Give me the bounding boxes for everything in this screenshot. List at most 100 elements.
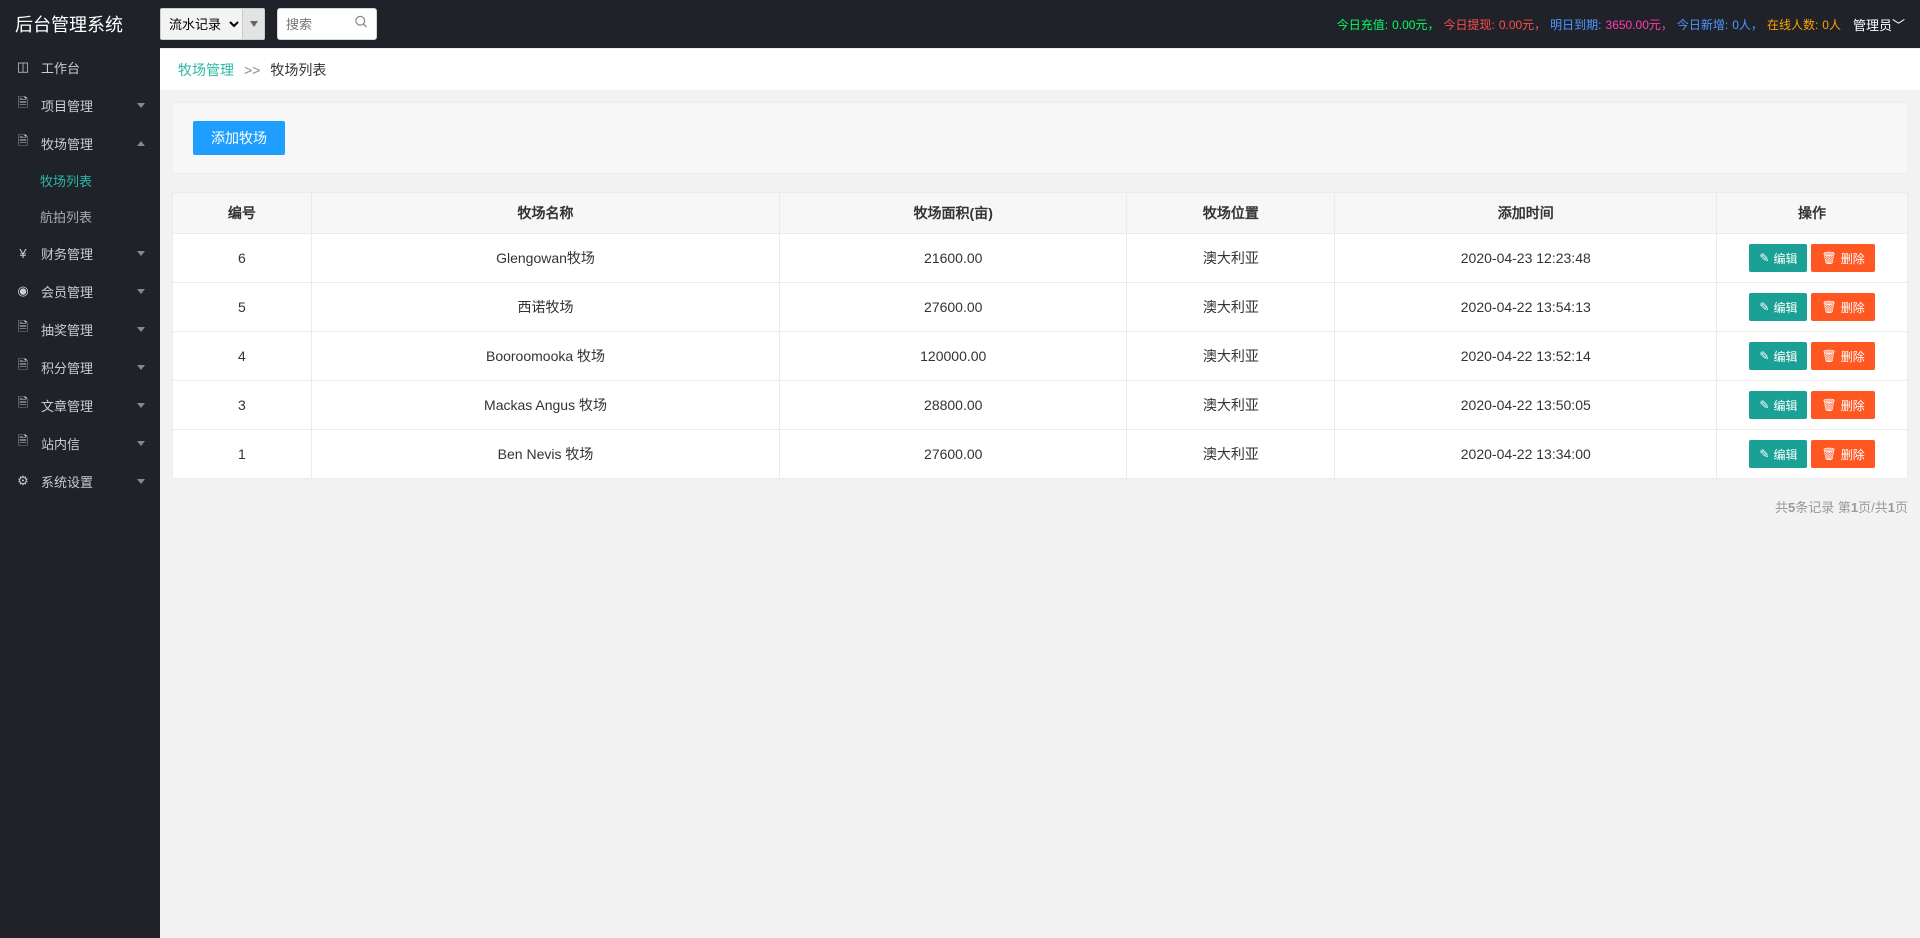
breadcrumb: 牧场管理 >> 牧场列表 xyxy=(160,48,1920,90)
sidebar-item-label: 系统设置 xyxy=(41,472,93,491)
sidebar-item-label: 工作台 xyxy=(41,58,80,77)
sidebar-item-workbench[interactable]: ◫ 工作台 xyxy=(0,48,160,86)
cell-time: 2020-04-22 13:34:00 xyxy=(1335,430,1717,479)
select-dropdown-button[interactable] xyxy=(243,8,265,40)
stat-withdraw-value: 0.00元， xyxy=(1499,16,1546,33)
cell-name: Mackas Angus 牧场 xyxy=(311,381,779,430)
cell-time: 2020-04-23 12:23:48 xyxy=(1335,234,1717,283)
sidebar-item-label: 项目管理 xyxy=(41,96,93,115)
sidebar-item-settings[interactable]: ⚙ 系统设置 xyxy=(0,462,160,500)
edit-button[interactable]: ✎编辑 xyxy=(1749,244,1807,272)
ranch-table: 编号 牧场名称 牧场面积(亩) 牧场位置 添加时间 操作 6Glengowan牧… xyxy=(172,192,1908,479)
stat-recharge-label: 今日充值: xyxy=(1337,16,1388,33)
clipboard-icon: 🗎 xyxy=(15,435,31,451)
cell-ops: ✎编辑🗑删除 xyxy=(1717,234,1908,283)
header-select[interactable]: 流水记录 xyxy=(160,8,265,40)
pager-total-pages: 1 xyxy=(1888,500,1895,515)
cell-ops: ✎编辑🗑删除 xyxy=(1717,430,1908,479)
cell-area: 27600.00 xyxy=(780,430,1127,479)
cell-ops: ✎编辑🗑删除 xyxy=(1717,381,1908,430)
sidebar: ◫ 工作台 🗎 项目管理 🗎 牧场管理 牧场列表 航拍列表 ¥ 财务管理 ◉ 会… xyxy=(0,48,160,938)
add-ranch-button[interactable]: 添加牧场 xyxy=(193,121,285,155)
delete-button[interactable]: 🗑删除 xyxy=(1811,440,1874,468)
trash-icon: 🗑 xyxy=(1821,349,1836,363)
cell-area: 27600.00 xyxy=(780,283,1127,332)
admin-label: 管理员 xyxy=(1853,18,1892,33)
cell-id: 3 xyxy=(173,381,312,430)
header: 后台管理系统 流水记录 今日充值: 0.00元， 今日提现: 0.00元， 明日… xyxy=(0,0,1920,48)
sidebar-item-ranch[interactable]: 🗎 牧场管理 xyxy=(0,124,160,162)
yen-icon: ¥ xyxy=(15,245,31,261)
sidebar-item-mail[interactable]: 🗎 站内信 xyxy=(0,424,160,462)
cell-location: 澳大利亚 xyxy=(1127,332,1335,381)
trash-icon: 🗑 xyxy=(1821,447,1836,461)
cell-name: Ben Nevis 牧场 xyxy=(311,430,779,479)
cell-location: 澳大利亚 xyxy=(1127,430,1335,479)
cell-area: 28800.00 xyxy=(780,381,1127,430)
edit-button[interactable]: ✎编辑 xyxy=(1749,440,1807,468)
pager-page: 1 xyxy=(1851,500,1858,515)
clipboard-icon: 🗎 xyxy=(15,359,31,375)
toolbar: 添加牧场 xyxy=(172,102,1908,174)
edit-icon: ✎ xyxy=(1759,447,1769,461)
sidebar-item-finance[interactable]: ¥ 财务管理 xyxy=(0,234,160,272)
sidebar-item-label: 抽奖管理 xyxy=(41,320,93,339)
sidebar-item-label: 站内信 xyxy=(41,434,80,453)
pager: 共5条记录 第1页/共1页 xyxy=(172,497,1908,516)
edit-button[interactable]: ✎编辑 xyxy=(1749,391,1807,419)
cell-location: 澳大利亚 xyxy=(1127,234,1335,283)
cell-ops: ✎编辑🗑删除 xyxy=(1717,332,1908,381)
trash-icon: 🗑 xyxy=(1821,300,1836,314)
edit-button[interactable]: ✎编辑 xyxy=(1749,293,1807,321)
delete-button[interactable]: 🗑删除 xyxy=(1811,244,1874,272)
content: 牧场管理 >> 牧场列表 添加牧场 编号 牧场名称 牧场面积(亩) 牧场位置 添… xyxy=(160,48,1920,938)
th-ops: 操作 xyxy=(1717,193,1908,234)
user-icon: ◉ xyxy=(15,283,31,299)
stat-withdraw-label: 今日提现: xyxy=(1443,16,1494,33)
stat-recharge-value: 0.00元， xyxy=(1392,16,1439,33)
delete-button[interactable]: 🗑删除 xyxy=(1811,293,1874,321)
delete-button[interactable]: 🗑删除 xyxy=(1811,391,1874,419)
sidebar-item-label: 积分管理 xyxy=(41,358,93,377)
delete-button[interactable]: 🗑删除 xyxy=(1811,342,1874,370)
table-row: 4Booroomooka 牧场120000.00澳大利亚2020-04-22 1… xyxy=(173,332,1908,381)
cell-ops: ✎编辑🗑删除 xyxy=(1717,283,1908,332)
breadcrumb-separator: >> xyxy=(244,62,260,78)
edit-icon: ✎ xyxy=(1759,349,1769,363)
breadcrumb-current: 牧场列表 xyxy=(270,60,326,80)
pager-total: 5 xyxy=(1788,500,1795,515)
record-type-select[interactable]: 流水记录 xyxy=(160,8,243,40)
admin-menu[interactable]: 管理员﹀ xyxy=(1853,15,1905,34)
sidebar-item-aerial-list[interactable]: 航拍列表 xyxy=(0,198,160,234)
sidebar-item-label: 会员管理 xyxy=(41,282,93,301)
sidebar-item-points[interactable]: 🗎 积分管理 xyxy=(0,348,160,386)
cell-name: Booroomooka 牧场 xyxy=(311,332,779,381)
trash-icon: 🗑 xyxy=(1821,251,1836,265)
table-row: 5西诺牧场27600.00澳大利亚2020-04-22 13:54:13✎编辑🗑… xyxy=(173,283,1908,332)
cell-area: 120000.00 xyxy=(780,332,1127,381)
breadcrumb-parent[interactable]: 牧场管理 xyxy=(178,60,234,80)
cell-id: 5 xyxy=(173,283,312,332)
cell-location: 澳大利亚 xyxy=(1127,381,1335,430)
edit-icon: ✎ xyxy=(1759,398,1769,412)
table-row: 1Ben Nevis 牧场27600.00澳大利亚2020-04-22 13:3… xyxy=(173,430,1908,479)
cell-time: 2020-04-22 13:50:05 xyxy=(1335,381,1717,430)
th-location: 牧场位置 xyxy=(1127,193,1335,234)
th-id: 编号 xyxy=(173,193,312,234)
sidebar-item-lottery[interactable]: 🗎 抽奖管理 xyxy=(0,310,160,348)
sidebar-item-project[interactable]: 🗎 项目管理 xyxy=(0,86,160,124)
sidebar-item-article[interactable]: 🗎 文章管理 xyxy=(0,386,160,424)
cell-name: Glengowan牧场 xyxy=(311,234,779,283)
search-icon[interactable] xyxy=(354,15,369,34)
sidebar-submenu-ranch: 牧场列表 航拍列表 xyxy=(0,162,160,234)
stat-online-value: 0人 xyxy=(1822,16,1841,33)
app-logo: 后台管理系统 xyxy=(15,11,160,37)
sidebar-item-member[interactable]: ◉ 会员管理 xyxy=(0,272,160,310)
cell-id: 6 xyxy=(173,234,312,283)
sidebar-item-ranch-list[interactable]: 牧场列表 xyxy=(0,162,160,198)
edit-button[interactable]: ✎编辑 xyxy=(1749,342,1807,370)
th-area: 牧场面积(亩) xyxy=(780,193,1127,234)
table-row: 3Mackas Angus 牧场28800.00澳大利亚2020-04-22 1… xyxy=(173,381,1908,430)
cell-location: 澳大利亚 xyxy=(1127,283,1335,332)
chevron-down-icon: ﹀ xyxy=(1892,18,1905,33)
